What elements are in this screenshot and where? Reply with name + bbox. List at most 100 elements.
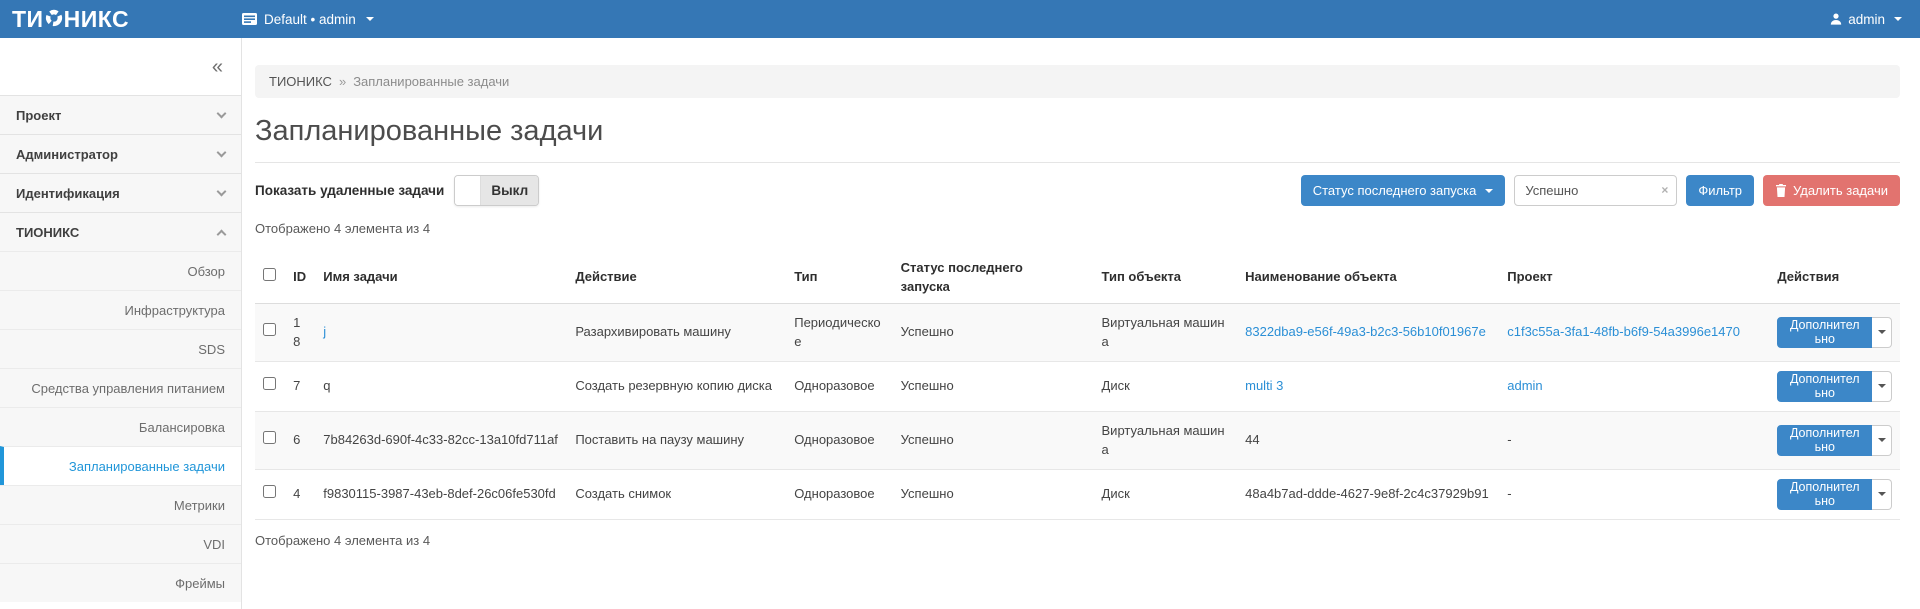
sidebar-item-label: VDI <box>203 537 225 552</box>
table-row: 7q Создать резервную копию диска Одноразов… <box>255 361 1900 411</box>
actions-dropdown-toggle[interactable] <box>1872 479 1892 510</box>
task-id-cell: 7 <box>285 361 315 411</box>
breadcrumb-separator: » <box>339 74 346 89</box>
toggle-handle <box>455 176 481 205</box>
project-name-link[interactable]: c1f3c55a-3fa1-48fb-b6f9-54a3996e1470 <box>1507 324 1740 339</box>
sidebar-item-label: Инфраструктура <box>125 303 225 318</box>
sidebar-item-Запланированные задачи[interactable]: Запланированные задачи <box>0 446 241 485</box>
sidebar-section-Идентификация[interactable]: Идентификация <box>0 173 241 212</box>
task-type: Периодическое <box>794 315 880 350</box>
actions-dropdown-toggle[interactable] <box>1872 317 1892 348</box>
toolbar: Показать удаленные задачи Выкл Статус по… <box>255 175 1900 206</box>
column-header-Статус последнего запуска: Статус последнего запуска <box>893 253 1094 303</box>
column-header-label: Действия <box>1777 268 1892 287</box>
row-checkbox[interactable] <box>263 485 276 498</box>
task-name-link[interactable]: j <box>323 324 326 339</box>
table-header-row: IDИмя задачиДействиеТипСтатус последнего… <box>255 253 1900 303</box>
show-deleted-toggle[interactable]: Выкл <box>454 175 539 206</box>
user-icon <box>1830 13 1842 25</box>
object-type: Диск <box>1102 486 1130 501</box>
column-header-label: Имя задачи <box>323 268 559 287</box>
filter-value-input[interactable] <box>1514 175 1677 206</box>
task-type-cell: Одноразовое <box>786 361 892 411</box>
task-name-cell: 7b84263d-690f-4c33-82cc-13a10fd711af <box>315 411 567 469</box>
column-header-label: Наименование объекта <box>1245 268 1491 287</box>
task-last-run-status: Успешно <box>901 432 954 447</box>
sidebar-item-label: SDS <box>198 342 225 357</box>
column-header-ID: ID <box>285 253 315 303</box>
task-id-cell: 6 <box>285 411 315 469</box>
sidebar-item-VDI[interactable]: VDI <box>0 524 241 563</box>
project-name-link[interactable]: admin <box>1507 378 1542 393</box>
sidebar-item-Средства управления питанием[interactable]: Средства управления питанием <box>0 368 241 407</box>
context-switcher[interactable]: Default • admin <box>242 12 374 27</box>
task-last-run-status-cell: Успешно <box>893 303 1094 361</box>
object-name: 48a4b7ad-ddde-4627-9e8f-2c4c37929b91 <box>1245 486 1489 501</box>
sidebar-section-label: ТИОНИКС <box>16 225 79 240</box>
more-actions-button[interactable]: Дополнительно <box>1777 371 1872 402</box>
actions-split-button: Дополнительно <box>1777 317 1892 348</box>
chevron-down-icon <box>1878 492 1886 496</box>
task-action: Создать снимок <box>575 486 671 501</box>
task-name-cell: f9830115-3987-43eb-8def-26c06fe530fd <box>315 469 567 519</box>
delete-tasks-label: Удалить задачи <box>1793 183 1888 198</box>
context-switcher-label: Default • admin <box>264 12 356 27</box>
app-logo[interactable]: ТИНИКС <box>0 6 242 33</box>
breadcrumb-current: Запланированные задачи <box>353 74 509 89</box>
table-row: 18jРазархивировать машинуПериодическоеУс… <box>255 303 1900 361</box>
column-header-label: Тип объекта <box>1102 268 1230 287</box>
object-name: 44 <box>1245 432 1259 447</box>
sidebar-section-Проект[interactable]: Проект <box>0 95 241 134</box>
task-name: q <box>323 378 330 393</box>
items-shown-summary-bottom: Отображено 4 элемента из 4 <box>255 533 1900 548</box>
more-actions-button[interactable]: Дополнительно <box>1777 317 1872 348</box>
sidebar-section-label: Проект <box>16 108 61 123</box>
task-action: Создать резервную копию диска <box>575 378 772 393</box>
object-type: Виртуальная машина <box>1102 315 1225 350</box>
row-checkbox[interactable] <box>263 377 276 390</box>
column-header-Имя задачи: Имя задачи <box>315 253 567 303</box>
breadcrumb-root-link[interactable]: ТИОНИКС <box>269 74 332 89</box>
filter-button[interactable]: Фильтр <box>1686 175 1754 206</box>
show-deleted-label: Показать удаленные задачи <box>255 183 444 198</box>
column-header-Наименование объекта: Наименование объекта <box>1237 253 1499 303</box>
panel-icon <box>242 13 257 25</box>
sidebar-item-Метрики[interactable]: Метрики <box>0 485 241 524</box>
sidebar-collapse-button[interactable]: « <box>212 57 223 77</box>
more-actions-button[interactable]: Дополнительно <box>1777 425 1872 456</box>
task-name: 7b84263d-690f-4c33-82cc-13a10fd711af <box>323 432 558 447</box>
user-menu[interactable]: admin <box>1830 12 1920 27</box>
task-id: 6 <box>293 432 300 447</box>
sidebar-section-Администратор[interactable]: Администратор <box>0 134 241 173</box>
object-name-link[interactable]: multi 3 <box>1245 378 1283 393</box>
object-type: Диск <box>1102 378 1130 393</box>
task-action-cell: Поставить на паузу машину <box>567 411 786 469</box>
task-last-run-status-cell: Успешно <box>893 361 1094 411</box>
object-name-link[interactable]: 8322dba9-e56f-49a3-b2c3-56b10f01967e <box>1245 324 1486 339</box>
sidebar-item-SDS[interactable]: SDS <box>0 329 241 368</box>
object-type-cell: Диск <box>1094 361 1238 411</box>
sidebar-item-Балансировка[interactable]: Балансировка <box>0 407 241 446</box>
filter-field-dropdown[interactable]: Статус последнего запуска <box>1301 175 1506 206</box>
row-checkbox[interactable] <box>263 431 276 444</box>
sidebar-item-Инфраструктура[interactable]: Инфраструктура <box>0 290 241 329</box>
task-type-cell: Одноразовое <box>786 411 892 469</box>
select-all-checkbox[interactable] <box>263 268 276 281</box>
clear-filter-icon[interactable]: × <box>1661 183 1668 197</box>
more-actions-button[interactable]: Дополнительно <box>1777 479 1872 510</box>
trash-icon <box>1775 184 1787 197</box>
actions-dropdown-toggle[interactable] <box>1872 371 1892 402</box>
row-checkbox[interactable] <box>263 323 276 336</box>
breadcrumb: ТИОНИКС » Запланированные задачи <box>255 65 1900 98</box>
sidebar-item-Фреймы[interactable]: Фреймы <box>0 563 241 602</box>
column-header-label: Действие <box>575 268 778 287</box>
row-select-cell <box>255 469 285 519</box>
actions-dropdown-toggle[interactable] <box>1872 425 1892 456</box>
delete-tasks-button[interactable]: Удалить задачи <box>1763 175 1900 206</box>
chevron-up-icon <box>217 229 227 239</box>
top-header: ТИНИКС Default • admin admin <box>0 0 1920 38</box>
row-select-cell <box>255 411 285 469</box>
task-id-cell: 4 <box>285 469 315 519</box>
sidebar-item-Обзор[interactable]: Обзор <box>0 251 241 290</box>
sidebar-section-ТИОНИКС[interactable]: ТИОНИКС <box>0 212 241 251</box>
